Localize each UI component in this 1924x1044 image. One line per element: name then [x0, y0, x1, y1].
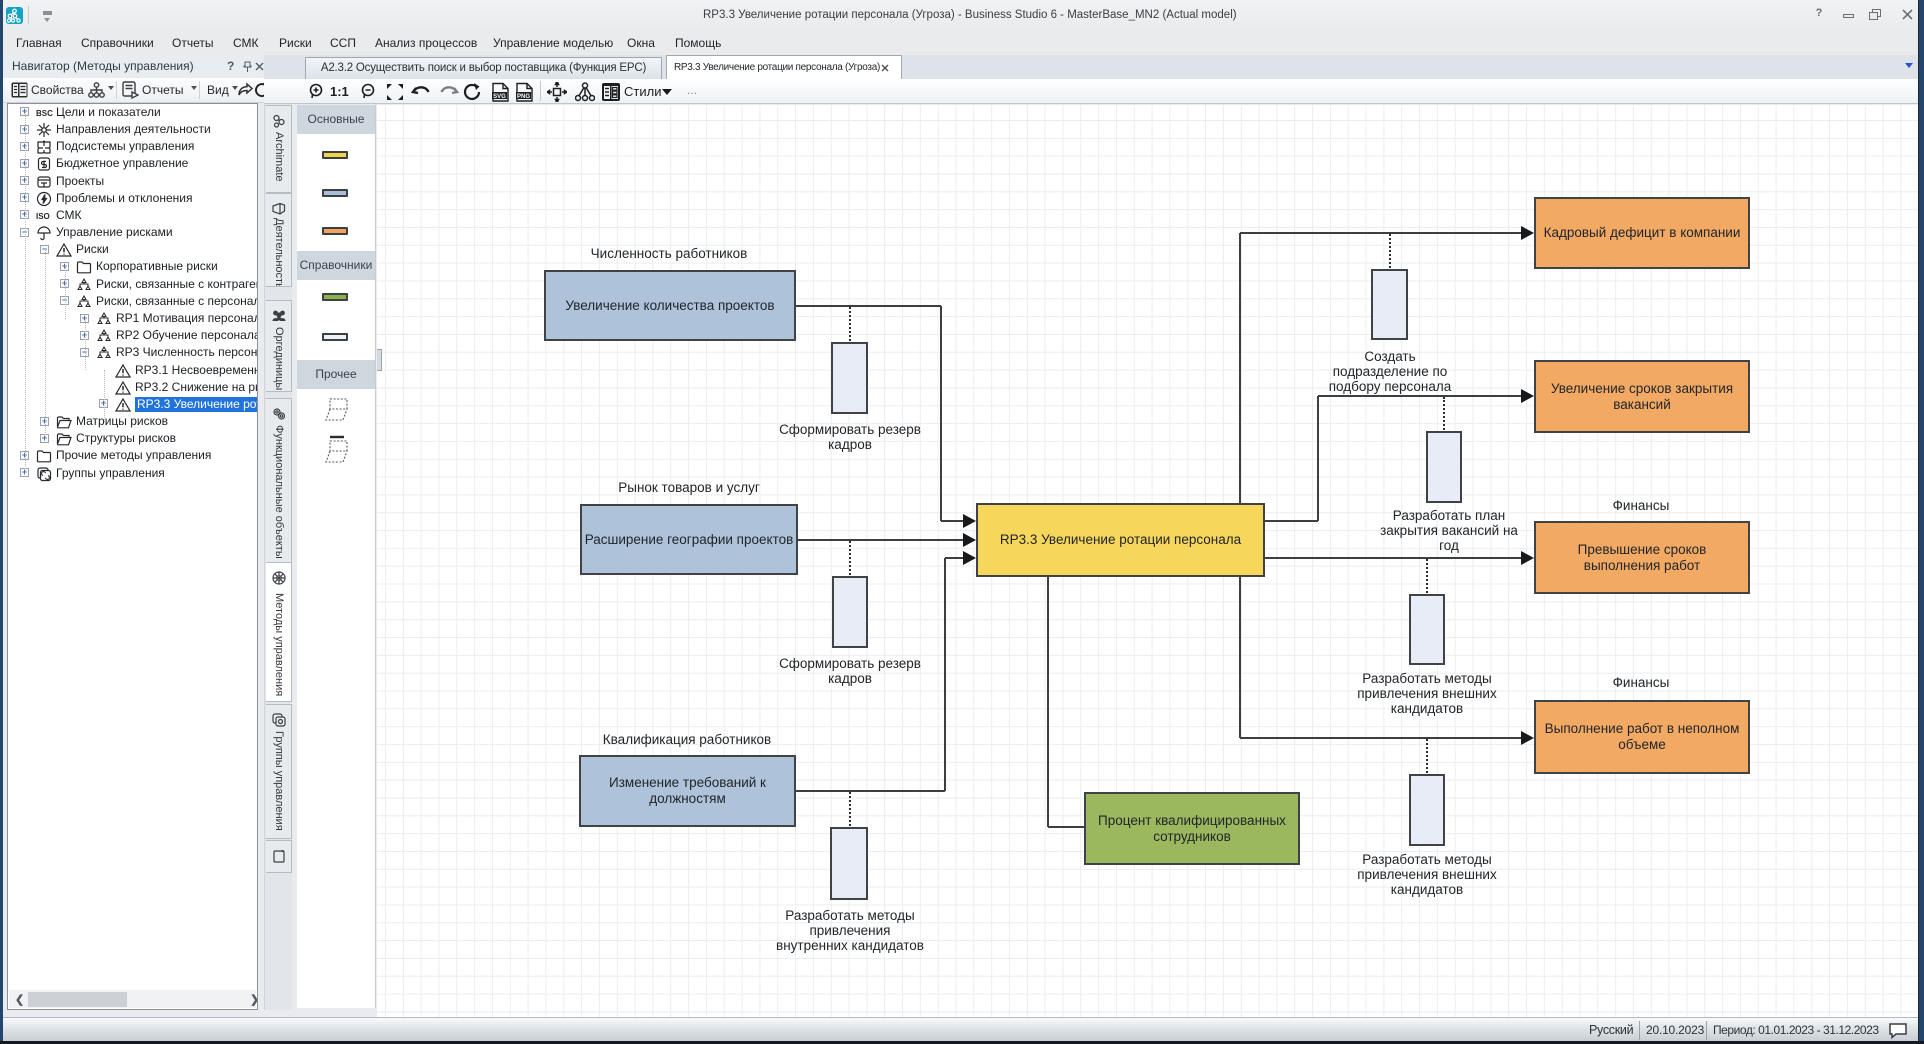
svg-text:PNG: PNG: [517, 94, 530, 100]
svg-text:SVG: SVG: [493, 94, 506, 100]
